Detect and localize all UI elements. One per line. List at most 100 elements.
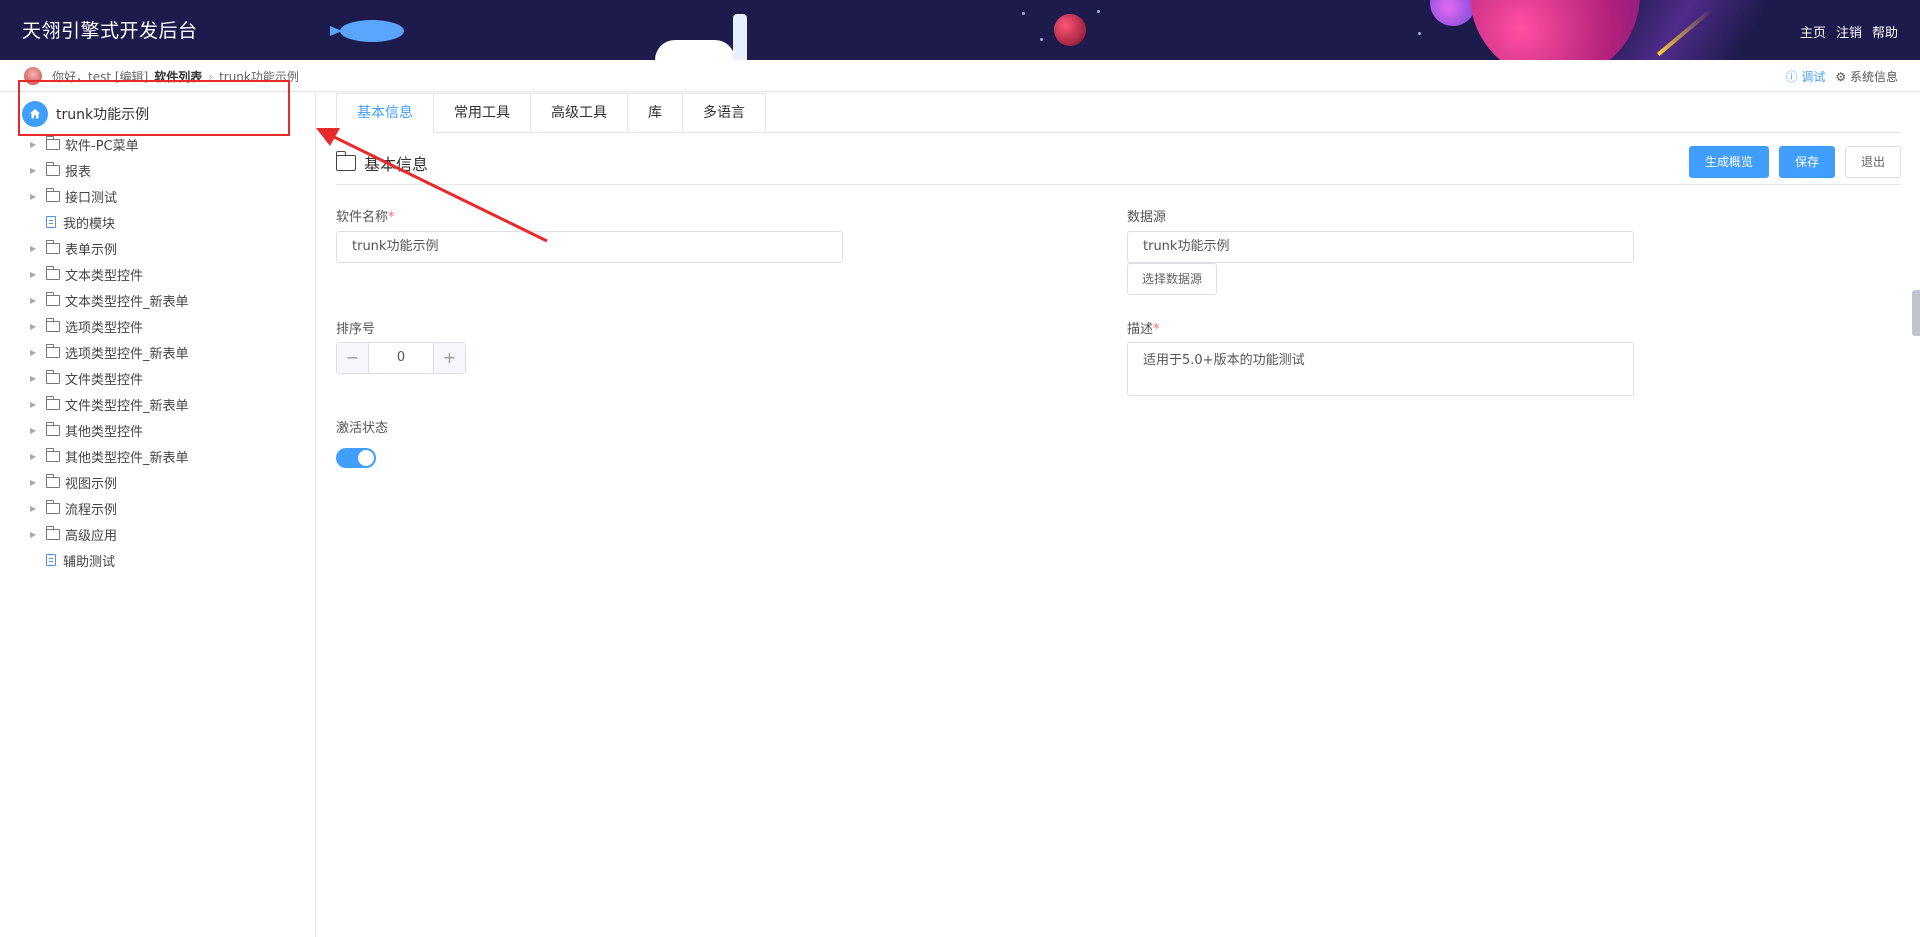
folder-icon [46, 161, 60, 176]
gear-icon: ⚙ [1835, 70, 1850, 84]
tree-item-label: 高级应用 [65, 528, 118, 544]
nav-home-link[interactable]: 主页 [1800, 22, 1826, 41]
caret-right-icon[interactable]: ▶ [30, 140, 42, 149]
tree-item[interactable]: ▶ 视图示例 [0, 469, 316, 495]
caret-right-icon[interactable]: ▶ [30, 400, 42, 409]
nav-logout-link[interactable]: 注销 [1836, 22, 1862, 41]
header-nav: 主页 注销 帮助 [1800, 22, 1898, 41]
tree-item[interactable]: ▶ 高级应用 [0, 521, 316, 547]
tree-item-label: 软件-PC菜单 [65, 138, 139, 154]
caret-right-icon[interactable]: ▶ [30, 452, 42, 461]
tab-advanced-tools[interactable]: 高级工具 [530, 93, 627, 133]
tree-item[interactable]: ▶ 选项类型控件_新表单 [0, 339, 316, 365]
active-status-toggle[interactable] [336, 448, 376, 468]
debug-link[interactable]: ⓘ 调试 [1786, 68, 1826, 85]
order-number-stepper: − 0 + [336, 342, 466, 374]
caret-right-icon[interactable]: ▶ [30, 166, 42, 175]
section-title: 基本信息 [335, 151, 428, 175]
generate-overview-button[interactable]: 生成概览 [1688, 146, 1769, 178]
folder-icon [46, 239, 60, 254]
lighthouse-decoration [733, 14, 747, 60]
folder-icon [46, 135, 60, 150]
tree-item-label: 文本类型控件 [65, 268, 144, 284]
tab-common-tools[interactable]: 常用工具 [433, 93, 530, 133]
tab-library[interactable]: 库 [627, 93, 682, 133]
folder-icon [46, 291, 60, 306]
star-decoration [1097, 10, 1100, 13]
caret-right-icon[interactable]: ▶ [30, 374, 42, 383]
software-name-label: 软件名称* [336, 210, 395, 225]
action-buttons: 生成概览 保存 退出 [1688, 146, 1901, 178]
caret-right-icon[interactable]: ▶ [30, 530, 42, 539]
star-decoration [1040, 38, 1043, 41]
tree-item-label: 视图示例 [65, 476, 118, 492]
toggle-knob [358, 450, 374, 466]
tree-item[interactable]: ▶ 流程示例 [0, 495, 316, 521]
description-textarea[interactable]: 适用于5.0+版本的功能测试 [1127, 342, 1634, 396]
decrement-button[interactable]: − [337, 343, 369, 373]
tab-multilanguage[interactable]: 多语言 [682, 93, 766, 133]
select-datasource-button[interactable]: 选择数据源 [1127, 263, 1218, 295]
nav-help-link[interactable]: 帮助 [1872, 22, 1898, 41]
tree-item[interactable]: ▶ 其他类型控件 [0, 417, 316, 443]
blimp-decoration [340, 20, 404, 42]
tree-item[interactable]: ▶ 文本类型控件_新表单 [0, 287, 316, 313]
tab-bar: 基本信息 常用工具 高级工具 库 多语言 [336, 93, 1901, 133]
tree-item-label: 文本类型控件_新表单 [65, 294, 189, 310]
caret-right-icon[interactable]: ▶ [30, 426, 42, 435]
tree-item-label: 选项类型控件 [65, 320, 144, 336]
app-title: 天翎引擎式开发后台 [22, 20, 198, 42]
caret-right-icon[interactable]: ▶ [30, 322, 42, 331]
tree-item-label: 我的模块 [63, 216, 116, 232]
caret-right-icon[interactable]: ▶ [30, 348, 42, 357]
tree-item[interactable]: 我的模块 [0, 209, 316, 235]
tree-item[interactable]: 辅助测试 [0, 547, 316, 573]
tree-item-label: 表单示例 [65, 242, 118, 258]
side-collapse-handle[interactable] [1912, 290, 1920, 336]
active-status-label: 激活状态 [336, 421, 389, 436]
tree-list: ▶ 软件-PC菜单 ▶ 报表 ▶ 接口测试我的模块 ▶ 表单示例 ▶ 文本类型控件 ▶ 文本类型控件_… [0, 131, 316, 573]
order-number-label: 排序号 [336, 322, 376, 337]
increment-button[interactable]: + [433, 343, 465, 373]
tree-item[interactable]: ▶ 文件类型控件 [0, 365, 316, 391]
tree-item-label: 文件类型控件 [65, 372, 144, 388]
software-name-input[interactable]: trunk功能示例 [336, 231, 843, 263]
tab-basic-info[interactable]: 基本信息 [336, 93, 433, 133]
tree-item-label: 其他类型控件_新表单 [65, 450, 189, 466]
exit-button[interactable]: 退出 [1844, 146, 1901, 178]
folder-icon [46, 447, 60, 462]
planet-decoration [1470, 0, 1640, 60]
save-button[interactable]: 保存 [1778, 146, 1835, 178]
tree-item[interactable]: ▶ 报表 [0, 157, 316, 183]
star-decoration [1418, 32, 1421, 35]
tree-item-label: 报表 [65, 164, 92, 180]
folder-icon [46, 343, 60, 358]
folder-icon [46, 421, 60, 436]
folder-icon [46, 187, 60, 202]
caret-right-icon[interactable]: ▶ [30, 270, 42, 279]
caret-right-icon[interactable]: ▶ [30, 504, 42, 513]
order-number-value[interactable]: 0 [369, 343, 433, 373]
section-header: 基本信息 生成概览 保存 退出 [335, 145, 1901, 185]
tree-item[interactable]: ▶ 选项类型控件 [0, 313, 316, 339]
star-decoration [1022, 12, 1025, 15]
document-icon [46, 216, 56, 228]
tree-item[interactable]: ▶ 其他类型控件_新表单 [0, 443, 316, 469]
caret-right-icon[interactable]: ▶ [30, 296, 42, 305]
tree-item[interactable]: ▶ 表单示例 [0, 235, 316, 261]
tree-item[interactable]: ▶ 接口测试 [0, 183, 316, 209]
tree-item-label: 其他类型控件 [65, 424, 144, 440]
folder-icon [46, 525, 60, 540]
tree-item-label: 辅助测试 [63, 554, 116, 570]
caret-right-icon[interactable]: ▶ [30, 478, 42, 487]
caret-right-icon[interactable]: ▶ [30, 244, 42, 253]
cloud-decoration [655, 40, 735, 60]
tree-item[interactable]: ▶ 文件类型控件_新表单 [0, 391, 316, 417]
datasource-input[interactable]: trunk功能示例 [1127, 231, 1634, 263]
system-info-link[interactable]: ⚙ 系统信息 [1835, 68, 1898, 85]
toolbar-links: ⓘ 调试 ⚙ 系统信息 [1786, 68, 1898, 85]
caret-right-icon[interactable]: ▶ [30, 192, 42, 201]
document-icon [46, 554, 56, 566]
app-header: 天翎引擎式开发后台 主页 注销 帮助 [0, 0, 1920, 60]
tree-item[interactable]: ▶ 文本类型控件 [0, 261, 316, 287]
